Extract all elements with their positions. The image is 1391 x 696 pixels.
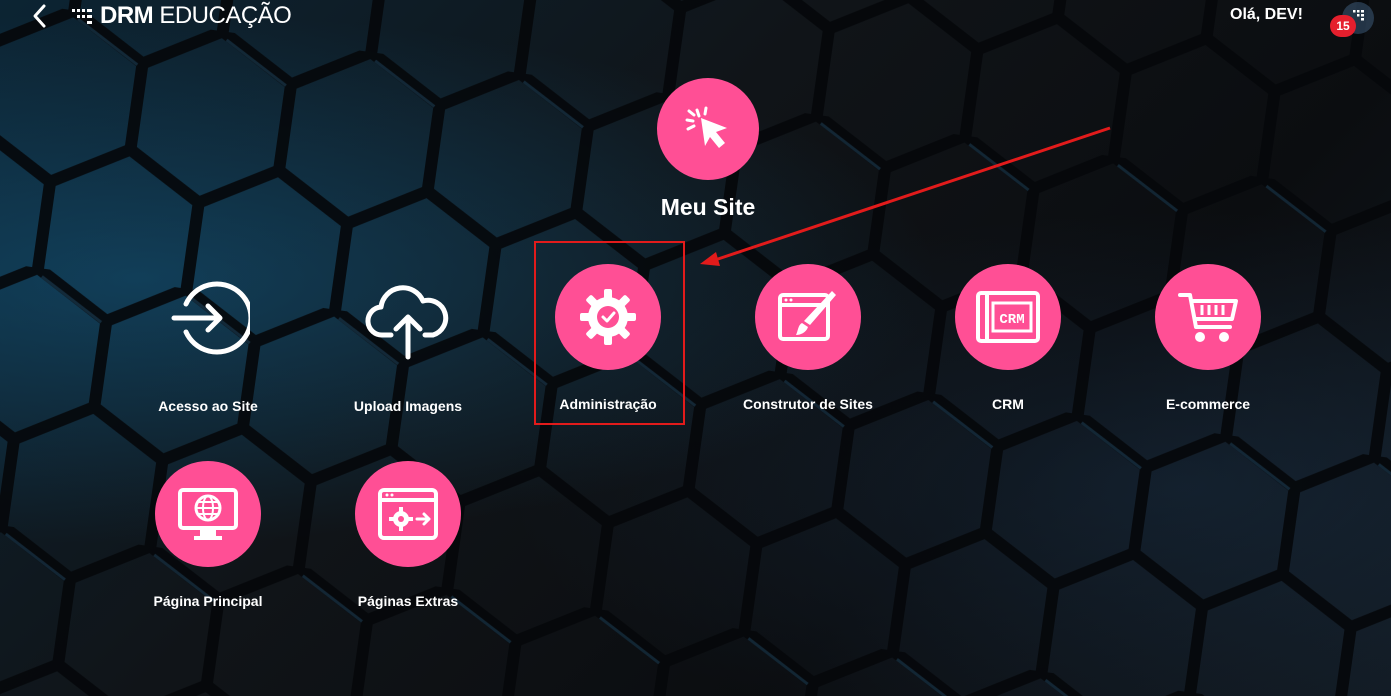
tile-label: Páginas Extras [357, 593, 459, 609]
tile-label: Acesso ao Site [158, 398, 258, 414]
monitor-globe-icon [178, 488, 238, 540]
login-arrow-icon [171, 281, 250, 355]
hero-section: Meu Site [608, 78, 808, 221]
tile-icon-circle [155, 461, 261, 567]
browser-brush-icon [778, 291, 836, 341]
tile-pagina-principal[interactable]: Página Principal [108, 461, 308, 609]
tile-label: Upload Imagens [353, 398, 463, 414]
tile-acesso-ao-site[interactable]: Acesso ao Site [108, 264, 308, 414]
drm-dots-icon [72, 9, 92, 24]
tile-icon [154, 264, 262, 372]
hero-icon-circle [657, 78, 759, 180]
brand-name-light: EDUCAÇÃO [159, 2, 292, 29]
tile-crm[interactable]: CRM CRM [908, 264, 1108, 412]
svg-text:CRM: CRM [999, 312, 1024, 328]
tile-paginas-extras[interactable]: Páginas Extras [308, 461, 508, 609]
cloud-upload-icon [365, 285, 449, 360]
tile-icon [354, 264, 462, 372]
top-bar: DRM EDUCAÇÃO Olá, DEV! 15 [0, 0, 1391, 37]
back-button[interactable] [28, 2, 52, 30]
shopping-cart-icon [1178, 293, 1238, 342]
notification-badge: 15 [1330, 15, 1356, 37]
tile-label: CRM [992, 396, 1024, 412]
tile-construtor-de-sites[interactable]: Construtor de Sites [708, 264, 908, 412]
user-greeting: Olá, DEV! [1230, 6, 1303, 23]
tile-upload-imagens[interactable]: Upload Imagens [308, 264, 508, 414]
crm-window-icon: CRM [976, 291, 1040, 343]
tile-icon-circle [755, 264, 861, 370]
tile-icon-circle: CRM [955, 264, 1061, 370]
browser-gear-icon [378, 488, 438, 540]
chevron-left-icon [33, 4, 46, 28]
brand-logo: DRM EDUCAÇÃO [72, 2, 292, 30]
tile-label: Construtor de Sites [743, 396, 873, 412]
highlight-box [534, 241, 685, 425]
tile-icon-circle [355, 461, 461, 567]
tile-e-commerce[interactable]: E-commerce [1108, 264, 1308, 412]
page-title: Meu Site [660, 194, 756, 220]
tile-label: E-commerce [1165, 396, 1251, 412]
cursor-click-icon [685, 106, 727, 148]
tile-label: Página Principal [153, 593, 263, 609]
tile-icon-circle [1155, 264, 1261, 370]
brand-name-bold: DRM [100, 2, 154, 29]
